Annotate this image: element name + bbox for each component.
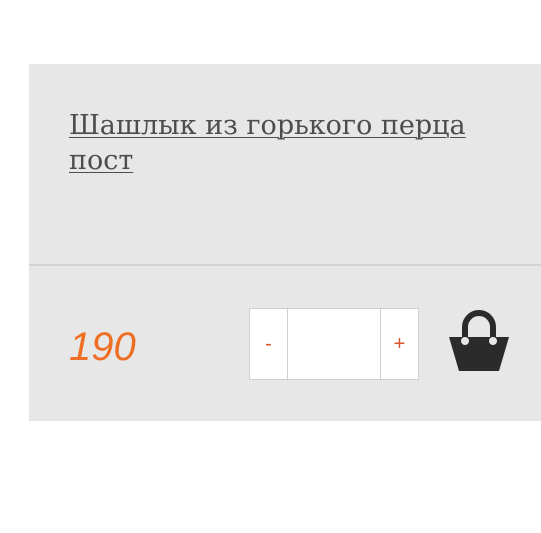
add-to-cart-button[interactable] bbox=[445, 307, 513, 375]
quantity-stepper: - + bbox=[249, 308, 419, 380]
card-divider bbox=[29, 264, 541, 266]
quantity-increase-button[interactable]: + bbox=[380, 309, 418, 379]
basket-icon bbox=[445, 307, 513, 375]
quantity-decrease-button[interactable]: - bbox=[250, 309, 288, 379]
product-title-link[interactable]: Шашлык из горького перца пост bbox=[69, 108, 489, 178]
product-price: 190 bbox=[69, 325, 136, 369]
quantity-input[interactable] bbox=[288, 309, 380, 379]
product-card-header: Шашлык из горького перца пост bbox=[29, 64, 541, 264]
product-card: Шашлык из горького перца пост 190 - + bbox=[29, 64, 541, 421]
